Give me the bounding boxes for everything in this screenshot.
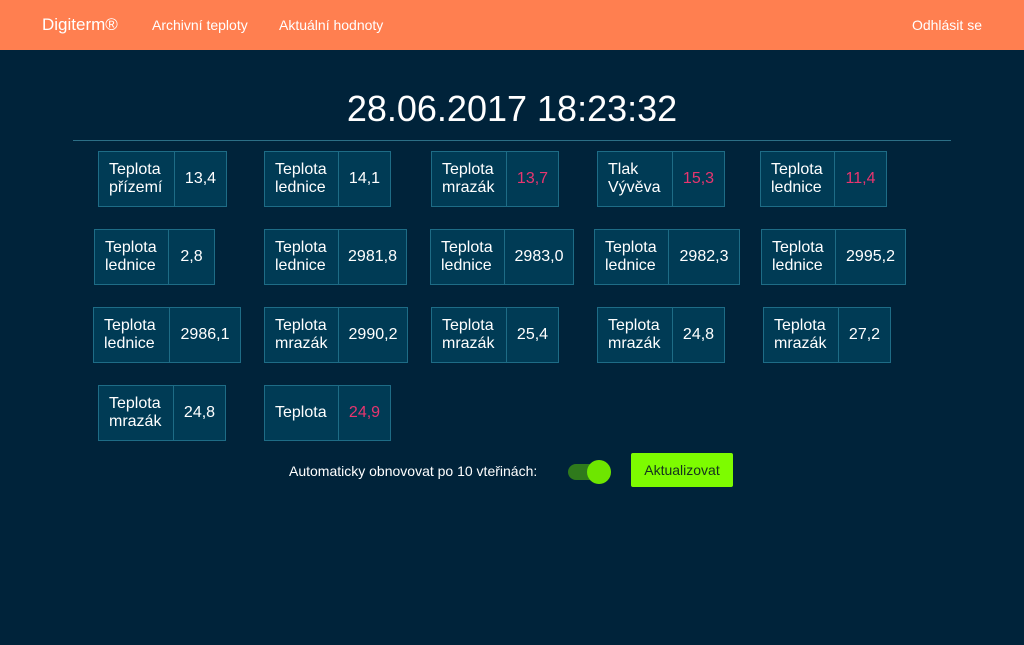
- sensor-grid: Teplota přízemí 13,4 Teplota lednice 14,…: [0, 0, 1024, 460]
- sensor-card: Teplota mrazák 24,8: [98, 385, 226, 441]
- sensor-label: Teplota mrazák: [432, 152, 507, 206]
- sensor-label: Teplota lednice: [265, 152, 339, 206]
- sensor-label: Teplota lednice: [95, 230, 169, 284]
- sensor-card: Tlak Vývěva 15,3: [597, 151, 725, 207]
- sensor-value: 2986,1: [180, 326, 230, 343]
- sensor-label: Teplota lednice: [761, 152, 835, 206]
- sensor-value: 14,1: [348, 170, 381, 187]
- sensor-card: Teplota lednice 2986,1: [93, 307, 241, 363]
- sensor-label: Teplota lednice: [762, 230, 836, 284]
- sensor-card: Teplota lednice 14,1: [264, 151, 391, 207]
- sensor-value: 2995,2: [846, 248, 895, 265]
- update-button[interactable]: Aktualizovat: [631, 453, 733, 487]
- sensor-card: Teplota lednice 2,8: [94, 229, 215, 285]
- sensor-card: Teplota mrazák 2990,2: [264, 307, 408, 363]
- sensor-label: Teplota lednice: [94, 308, 170, 362]
- sensor-value: 2982,3: [679, 248, 729, 265]
- sensor-label: Teplota mrazák: [764, 308, 839, 362]
- sensor-card: Teplota lednice 2981,8: [264, 229, 407, 285]
- sensor-value: 24,9: [348, 404, 381, 421]
- sensor-card: Teplota mrazák 25,4: [431, 307, 559, 363]
- sensor-value: 11,4: [845, 170, 876, 187]
- sensor-card: Teplota lednice 11,4: [760, 151, 887, 207]
- sensor-card: Teplota mrazák 27,2: [763, 307, 891, 363]
- sensor-card: Teplota 24,9: [264, 385, 391, 441]
- sensor-value: 2990,2: [348, 326, 398, 343]
- sensor-card: Teplota mrazák 13,7: [431, 151, 559, 207]
- sensor-label: Teplota mrazák: [432, 308, 507, 362]
- sensor-value: 2,8: [180, 248, 203, 265]
- sensor-label: Tlak Vývěva: [598, 152, 673, 206]
- sensor-value: 25,4: [516, 326, 549, 343]
- sensor-card: Teplota mrazák 24,8: [597, 307, 725, 363]
- sensor-value: 15,3: [682, 170, 715, 187]
- sensor-value: 27,2: [848, 326, 881, 343]
- sensor-label: Teplota mrazák: [265, 308, 339, 362]
- toggle-knob: [587, 460, 611, 484]
- sensor-card: Teplota lednice 2982,3: [594, 229, 740, 285]
- sensor-label: Teplota mrazák: [598, 308, 673, 362]
- sensor-value: 2983,0: [514, 248, 564, 265]
- sensor-card: Teplota lednice 2983,0: [430, 229, 574, 285]
- sensor-value: 24,8: [682, 326, 715, 343]
- auto-refresh-row: Automaticky obnovovat po 10 vteřinách: A…: [0, 453, 1024, 487]
- auto-refresh-label: Automaticky obnovovat po 10 vteřinách:: [289, 463, 538, 479]
- sensor-label: Teplota přízemí: [99, 152, 175, 206]
- sensor-value: 13,4: [184, 170, 217, 187]
- auto-refresh-toggle[interactable]: [566, 460, 612, 484]
- sensor-value: 24,8: [183, 404, 216, 421]
- sensor-label: Teplota lednice: [595, 230, 669, 284]
- sensor-value: 2981,8: [348, 248, 397, 265]
- sensor-label: Teplota lednice: [265, 230, 339, 284]
- sensor-label: Teplota lednice: [431, 230, 505, 284]
- sensor-card: Teplota lednice 2995,2: [761, 229, 906, 285]
- sensor-label: Teplota: [265, 386, 339, 440]
- sensor-label: Teplota mrazák: [99, 386, 174, 440]
- sensor-card: Teplota přízemí 13,4: [98, 151, 227, 207]
- sensor-value: 13,7: [516, 170, 549, 187]
